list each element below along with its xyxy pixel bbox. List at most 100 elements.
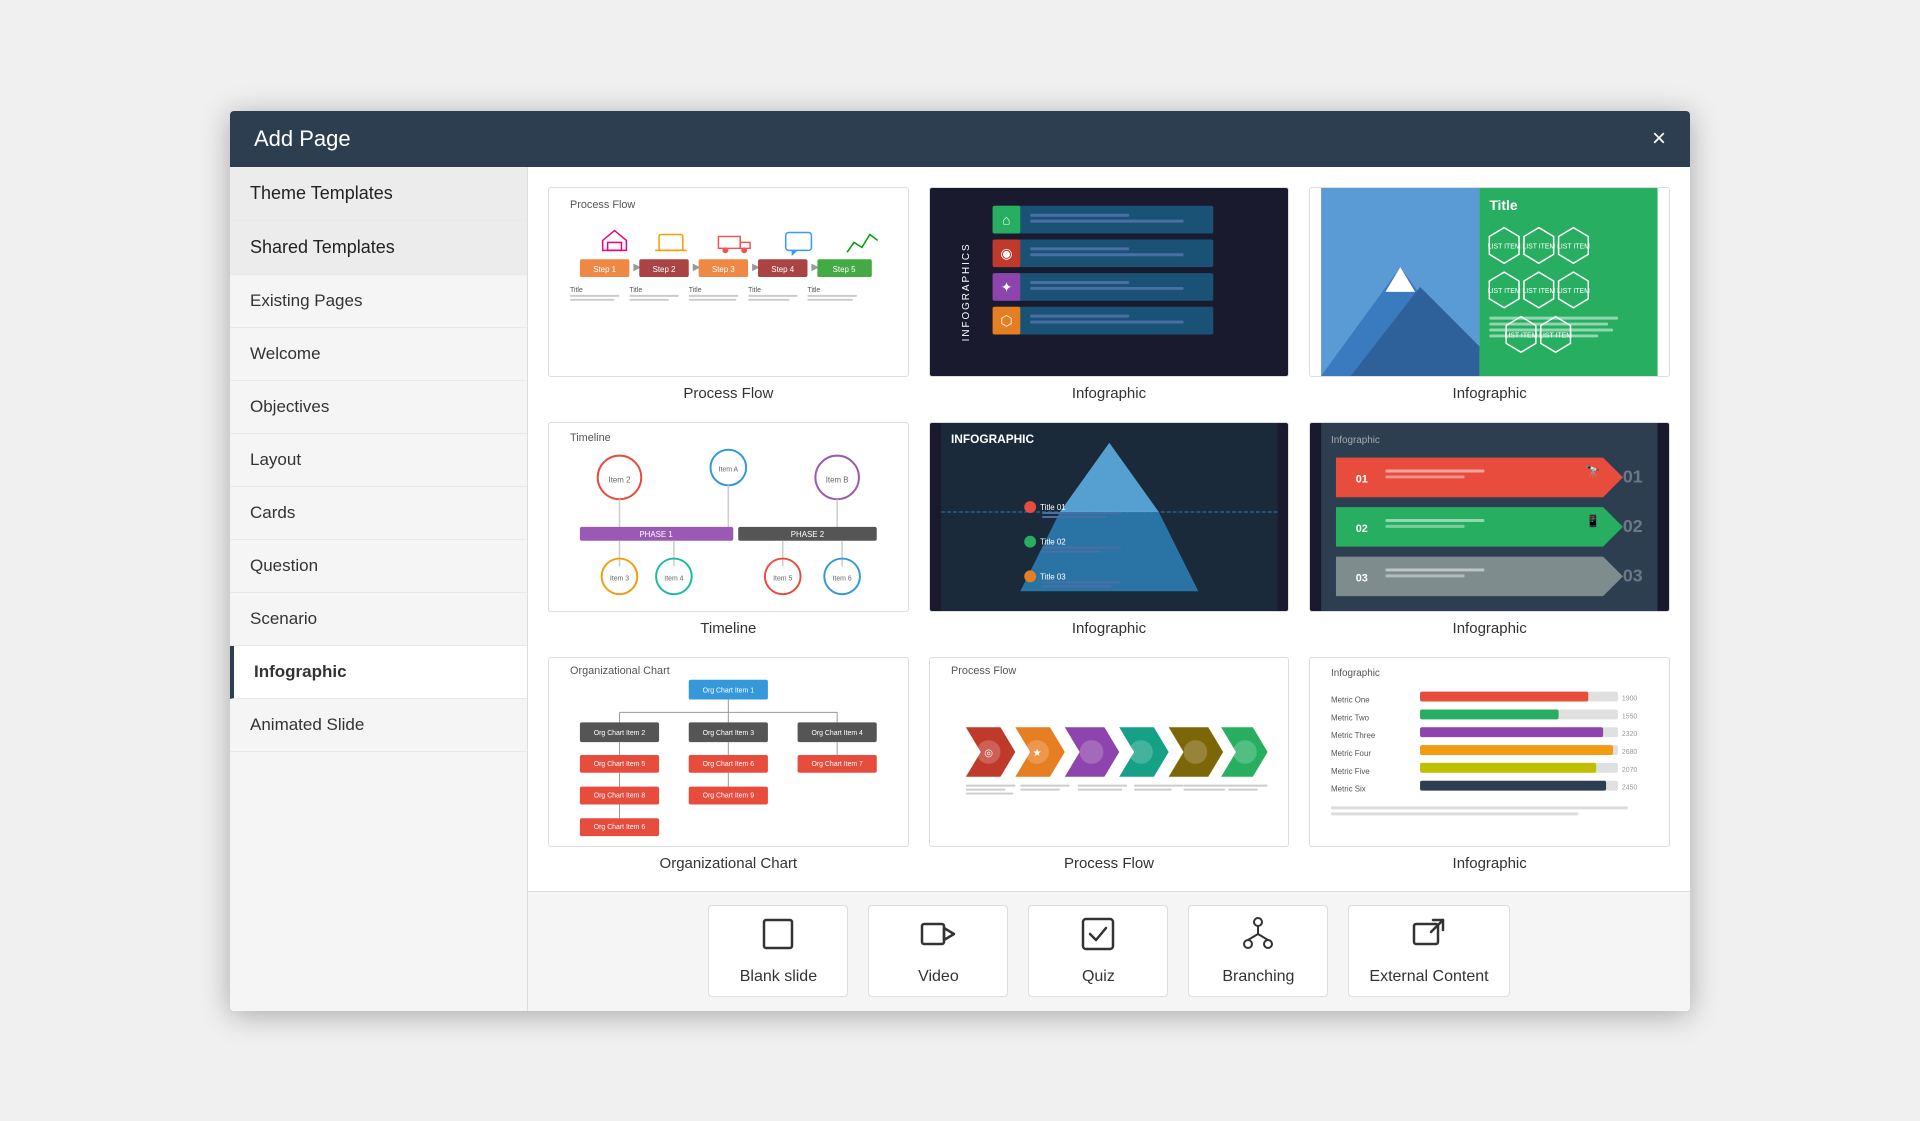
external-content-icon bbox=[1411, 916, 1447, 960]
sidebar-item-infographic[interactable]: Infographic bbox=[230, 646, 527, 699]
external-content-button[interactable]: External Content bbox=[1348, 905, 1509, 997]
svg-text:01: 01 bbox=[1356, 473, 1368, 485]
svg-text:⬡: ⬡ bbox=[1000, 312, 1012, 328]
template-preview-process-flow-1: Process Flow bbox=[548, 187, 909, 377]
svg-text:⌂: ⌂ bbox=[1002, 211, 1010, 227]
svg-text:Item 3: Item 3 bbox=[610, 575, 629, 582]
svg-text:Item 5: Item 5 bbox=[773, 575, 792, 582]
video-label: Video bbox=[918, 968, 959, 986]
svg-text:LIST ITEM: LIST ITEM bbox=[1488, 243, 1521, 250]
svg-text:🔭: 🔭 bbox=[1586, 464, 1601, 478]
svg-text:INFOGRAPHICS: INFOGRAPHICS bbox=[960, 242, 971, 341]
svg-text:Metric Four: Metric Four bbox=[1331, 748, 1371, 757]
svg-text:★: ★ bbox=[1032, 747, 1041, 758]
svg-text:INFOGRAPHIC: INFOGRAPHIC bbox=[951, 431, 1034, 445]
modal-header: Add Page × bbox=[230, 111, 1690, 167]
svg-text:Metric Three: Metric Three bbox=[1331, 731, 1376, 740]
svg-text:LIST ITEM: LIST ITEM bbox=[1557, 287, 1590, 294]
sidebar-item-shared-templates[interactable]: Shared Templates bbox=[230, 221, 527, 275]
templates-grid: Process Flow bbox=[528, 167, 1690, 891]
svg-text:📱: 📱 bbox=[1586, 513, 1601, 527]
blank-slide-icon bbox=[760, 916, 796, 960]
sidebar-item-scenario[interactable]: Scenario bbox=[230, 593, 527, 646]
branching-button[interactable]: Branching bbox=[1188, 905, 1328, 997]
template-preview-infographic-iceberg: INFOGRAPHIC Title 01 bbox=[929, 422, 1290, 612]
sidebar-item-welcome[interactable]: Welcome bbox=[230, 328, 527, 381]
svg-text:LIST ITEM: LIST ITEM bbox=[1523, 287, 1556, 294]
quiz-icon bbox=[1080, 916, 1116, 960]
quiz-label: Quiz bbox=[1082, 968, 1115, 986]
template-card-process-flow-2[interactable]: Process Flow ◎ ★ bbox=[929, 657, 1290, 872]
svg-text:Org Chart Item 8: Org Chart Item 8 bbox=[594, 792, 646, 799]
svg-text:Org Chart Item 9: Org Chart Item 9 bbox=[703, 792, 755, 799]
svg-text:Step 1: Step 1 bbox=[593, 265, 616, 274]
sidebar-item-animated-slide[interactable]: Animated Slide bbox=[230, 699, 527, 752]
svg-text:Process Flow: Process Flow bbox=[951, 664, 1016, 676]
quiz-button[interactable]: Quiz bbox=[1028, 905, 1168, 997]
template-label-process-flow-2: Process Flow bbox=[1064, 855, 1154, 872]
sidebar-item-layout[interactable]: Layout bbox=[230, 434, 527, 487]
svg-text:1550: 1550 bbox=[1622, 713, 1638, 720]
svg-text:Infographic: Infographic bbox=[1331, 434, 1380, 445]
template-label-infographic-arrows-dark: Infographic bbox=[1453, 620, 1527, 637]
svg-text:03: 03 bbox=[1356, 572, 1368, 584]
svg-text:◉: ◉ bbox=[1000, 245, 1012, 261]
svg-text:Title: Title bbox=[629, 286, 642, 293]
svg-text:03: 03 bbox=[1623, 565, 1643, 585]
modal-body: Theme Templates Shared Templates Existin… bbox=[230, 167, 1690, 1011]
branching-label: Branching bbox=[1222, 968, 1294, 986]
sidebar-item-question[interactable]: Question bbox=[230, 540, 527, 593]
svg-text:2450: 2450 bbox=[1622, 784, 1638, 791]
svg-text:Metric Five: Metric Five bbox=[1331, 766, 1370, 775]
svg-text:Title: Title bbox=[570, 286, 583, 293]
template-preview-infographic-green-1: Title LIST ITEM LIST ITEM LIST ITEM bbox=[1309, 187, 1670, 377]
sidebar-item-existing-pages[interactable]: Existing Pages bbox=[230, 275, 527, 328]
template-card-org-chart[interactable]: Organizational Chart Org Chart Item 1 bbox=[548, 657, 909, 872]
svg-text:Process Flow: Process Flow bbox=[570, 198, 635, 210]
content-area: Process Flow bbox=[528, 167, 1690, 1011]
svg-text:Org Chart Item 1: Org Chart Item 1 bbox=[703, 687, 755, 694]
svg-text:✦: ✦ bbox=[1000, 278, 1012, 294]
svg-text:LIST ITEM: LIST ITEM bbox=[1488, 287, 1521, 294]
svg-text:Title 02: Title 02 bbox=[1040, 537, 1066, 546]
svg-text:◎: ◎ bbox=[984, 747, 993, 758]
svg-text:Title 03: Title 03 bbox=[1040, 572, 1066, 581]
svg-text:2070: 2070 bbox=[1622, 766, 1638, 773]
svg-text:Org Chart Item 7: Org Chart Item 7 bbox=[811, 760, 863, 767]
svg-text:Step 4: Step 4 bbox=[771, 265, 794, 274]
template-label-org-chart: Organizational Chart bbox=[660, 855, 798, 872]
svg-text:Title 01: Title 01 bbox=[1040, 503, 1066, 512]
svg-text:Item A: Item A bbox=[719, 466, 739, 473]
svg-text:Title: Title bbox=[689, 286, 702, 293]
template-card-infographic-bars[interactable]: Infographic Metric One 1900 Metric Two bbox=[1309, 657, 1670, 872]
template-card-infographic-iceberg[interactable]: INFOGRAPHIC Title 01 bbox=[929, 422, 1290, 637]
blank-slide-button[interactable]: Blank slide bbox=[708, 905, 848, 997]
template-card-infographic-green-1[interactable]: Title LIST ITEM LIST ITEM LIST ITEM bbox=[1309, 187, 1670, 402]
template-preview-infographic-arrows-dark: Infographic 01 🔭 bbox=[1309, 422, 1670, 612]
sidebar-item-theme-templates[interactable]: Theme Templates bbox=[230, 167, 527, 221]
svg-text:Metric Two: Metric Two bbox=[1331, 713, 1370, 722]
svg-text:Metric Six: Metric Six bbox=[1331, 784, 1366, 793]
sidebar-item-cards[interactable]: Cards bbox=[230, 487, 527, 540]
template-preview-process-flow-2: Process Flow ◎ ★ bbox=[929, 657, 1290, 847]
video-button[interactable]: Video bbox=[868, 905, 1008, 997]
svg-text:Item 2: Item 2 bbox=[608, 475, 630, 484]
template-card-infographic-dark-1[interactable]: INFOGRAPHICS ⌂ ◉ ✦ bbox=[929, 187, 1290, 402]
svg-text:02: 02 bbox=[1356, 522, 1368, 534]
template-card-process-flow-1[interactable]: Process Flow bbox=[548, 187, 909, 402]
svg-text:Step 2: Step 2 bbox=[653, 265, 676, 274]
bottom-toolbar: Blank slide Video bbox=[528, 891, 1690, 1011]
svg-text:Step 3: Step 3 bbox=[712, 265, 735, 274]
branching-icon bbox=[1240, 916, 1276, 960]
template-card-timeline-1[interactable]: Timeline Item 2 Item A bbox=[548, 422, 909, 637]
svg-text:LIST ITEM: LIST ITEM bbox=[1557, 243, 1590, 250]
template-card-infographic-arrows-dark[interactable]: Infographic 01 🔭 bbox=[1309, 422, 1670, 637]
video-icon bbox=[920, 916, 956, 960]
svg-text:Org Chart Item 3: Org Chart Item 3 bbox=[703, 730, 755, 737]
svg-text:Item B: Item B bbox=[826, 475, 849, 484]
svg-text:2320: 2320 bbox=[1622, 731, 1638, 738]
template-preview-org-chart: Organizational Chart Org Chart Item 1 bbox=[548, 657, 909, 847]
close-button[interactable]: × bbox=[1652, 127, 1666, 151]
sidebar-item-objectives[interactable]: Objectives bbox=[230, 381, 527, 434]
add-page-modal: Add Page × Theme Templates Shared Templa… bbox=[230, 111, 1690, 1011]
